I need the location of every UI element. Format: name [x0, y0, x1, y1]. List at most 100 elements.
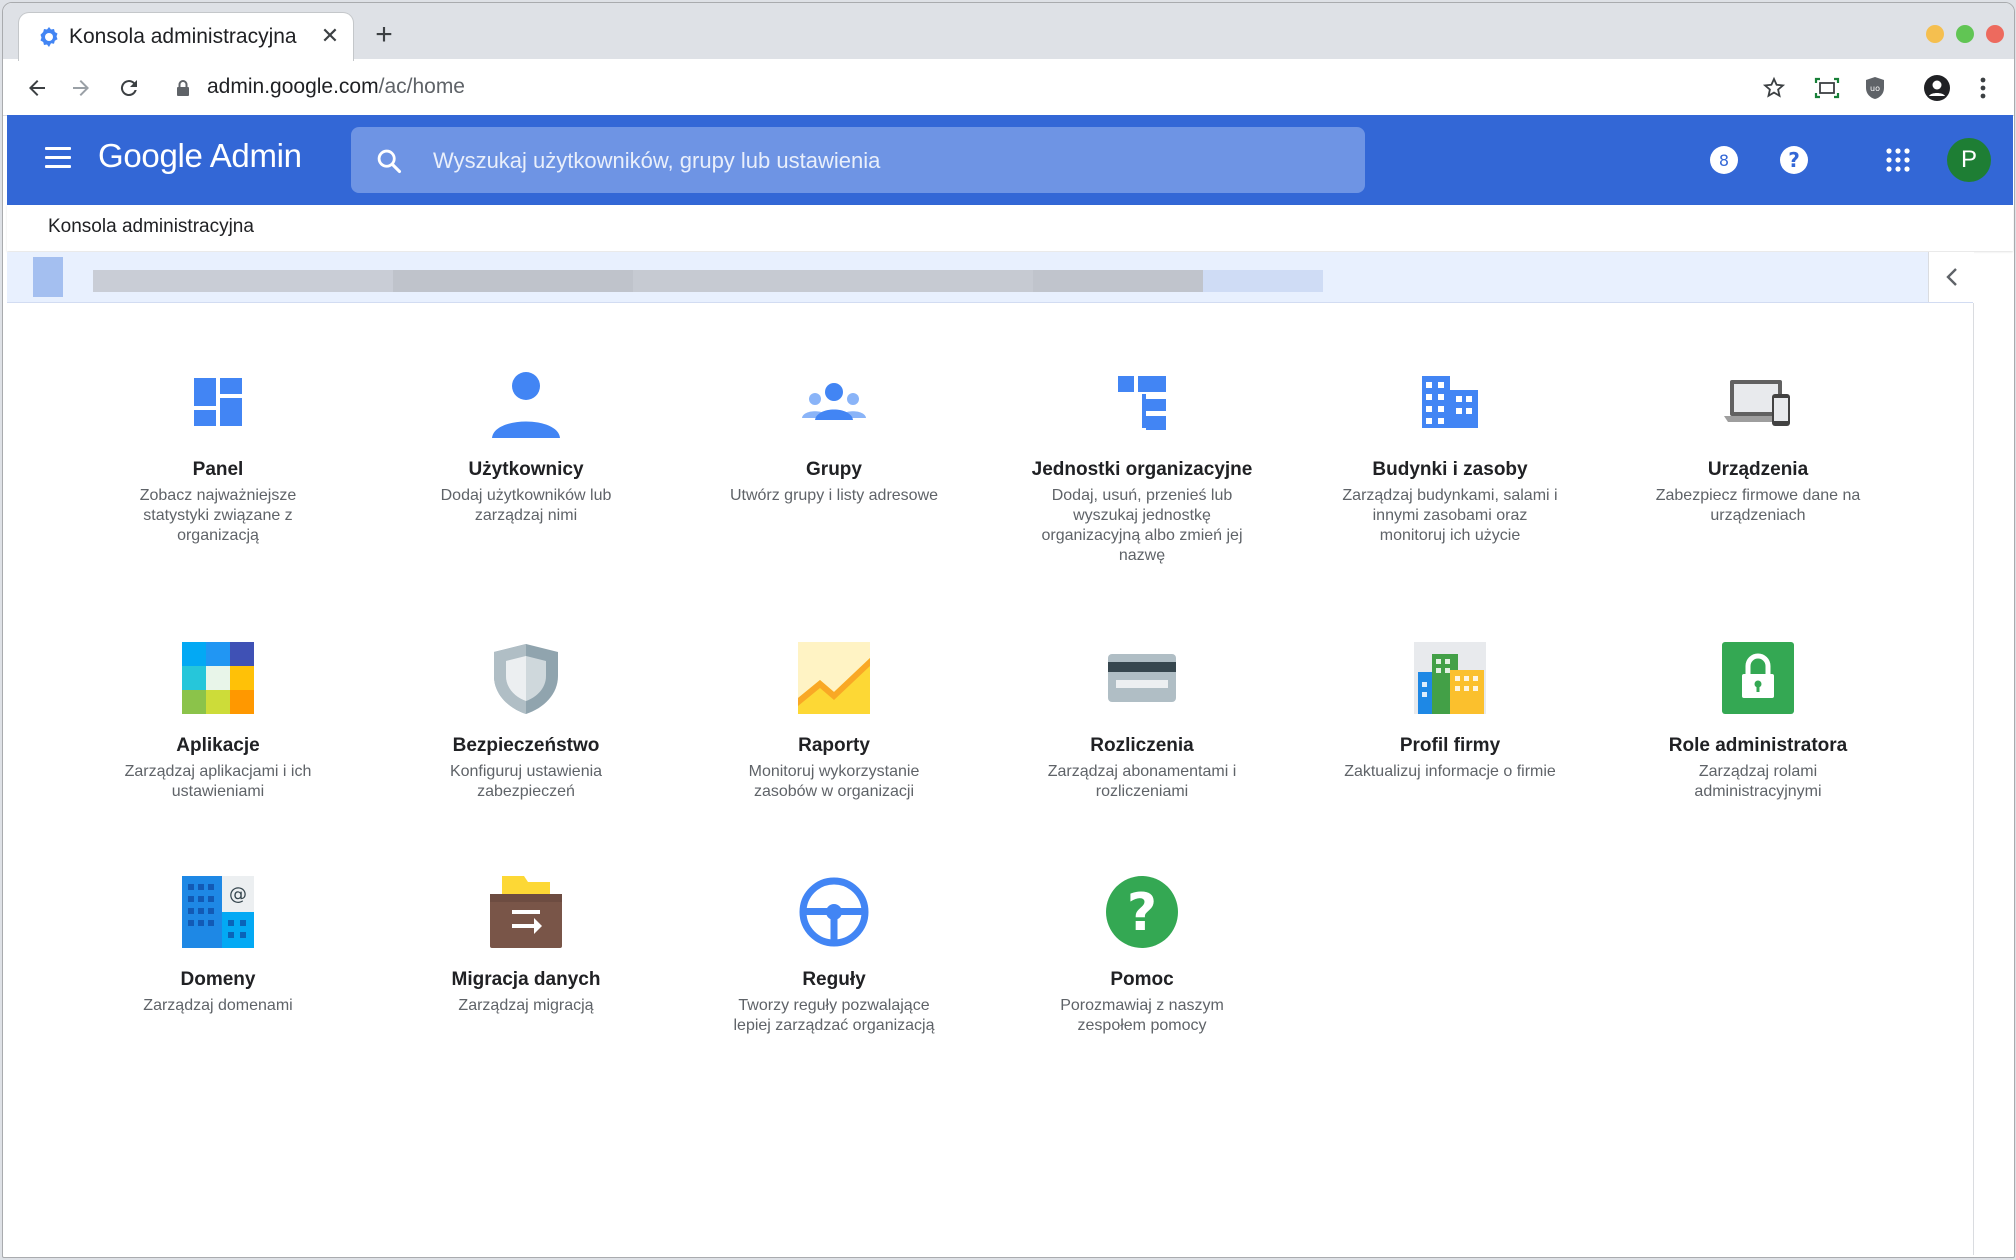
tasks-hourglass-icon[interactable]: 8 [1707, 143, 1741, 177]
url-path: /ac/home [378, 75, 465, 98]
help-icon: ? [1106, 876, 1178, 948]
card-title: Rozliczenia [1090, 735, 1194, 756]
home-cards-area: Panel Zobacz najważniejsze statystyki zw… [7, 303, 1974, 1255]
card-billing[interactable]: Rozliczenia Zarządzaj abonamentami i roz… [1022, 642, 1262, 802]
browser-toolbar: admin.google.com/ac/home uo [3, 61, 2014, 116]
domains-icon: @ [182, 876, 254, 948]
tab-close-icon[interactable]: ✕ [317, 23, 343, 49]
card-security[interactable]: Bezpieczeństwo Konfiguruj ustawienia zab… [406, 642, 646, 802]
card-description: Zarządzaj abonamentami i rozliczeniami [1047, 763, 1237, 800]
card-description: Monitoruj wykorzystanie zasobów w organi… [748, 763, 920, 800]
company-profile-icon [1414, 642, 1486, 714]
search-icon [377, 149, 402, 174]
card-description: Zobacz najważniejsze statystyki związane… [139, 487, 297, 544]
card-reports[interactable]: Raporty Monitoruj wykorzystanie zasobów … [714, 642, 954, 802]
card-description: Zabezpiecz firmowe dane na urządzeniach [1655, 487, 1861, 524]
card-description: Zaktualizuj informacje o firmie [1344, 763, 1556, 780]
card-description: Porozmawiaj z naszym zespołem pomocy [1060, 997, 1224, 1034]
security-shield-icon [494, 644, 558, 714]
card-title: Aplikacje [176, 735, 260, 756]
admin-gear-favicon-icon [40, 27, 58, 47]
card-title: Reguły [802, 969, 866, 990]
bookmark-star-icon[interactable] [1758, 72, 1790, 104]
card-org-units[interactable]: Jednostki organizacyjne Dodaj, usuń, prz… [1022, 366, 1262, 566]
admin-roles-lock-icon [1722, 642, 1794, 714]
collapse-panel-chevron-left-icon[interactable] [1928, 252, 1974, 302]
card-description: Zarządzaj rolami administracyjnymi [1694, 763, 1822, 800]
svg-text:uo: uo [1870, 84, 1880, 93]
account-avatar[interactable]: P [1947, 138, 1991, 182]
card-description: Dodaj użytkowników lub zarządzaj nimi [440, 487, 612, 524]
minimize-window-button[interactable] [1926, 25, 1944, 43]
card-users[interactable]: Użytkownicy Dodaj użytkowników lub zarzą… [406, 366, 646, 526]
svg-text:?: ? [1127, 883, 1157, 943]
admin-search-box[interactable] [351, 127, 1365, 195]
forward-arrow-icon[interactable] [65, 72, 97, 104]
card-title: Jednostki organizacyjne [1031, 459, 1253, 480]
card-title: Migracja danych [451, 969, 601, 990]
google-admin-logo[interactable]: Google Admin [98, 137, 302, 175]
ublock-shield-icon[interactable]: uo [1859, 72, 1891, 104]
card-company-profile[interactable]: Profil firmy Zaktualizuj informacje o fi… [1330, 642, 1570, 782]
devices-icon [1724, 380, 1790, 426]
address-bar[interactable]: admin.google.com/ac/home [207, 75, 465, 99]
apps-grid-icon[interactable] [1881, 143, 1915, 177]
org-info-bar-blurred [7, 252, 1973, 303]
reports-chart-icon [798, 642, 870, 714]
card-title: Bezpieczeństwo [452, 735, 600, 756]
dashboard-icon [194, 378, 242, 426]
card-devices[interactable]: Urządzenia Zabezpiecz firmowe dane na ur… [1638, 366, 1878, 526]
maximize-window-button[interactable] [1956, 25, 1974, 43]
admin-app-bar: Google Admin 8 ? P [7, 115, 2013, 205]
card-admin-roles[interactable]: Role administratora Zarządzaj rolami adm… [1638, 642, 1878, 802]
tab-title: Konsola administracyjna [69, 25, 297, 48]
buildings-icon [1422, 376, 1478, 428]
browser-menu-kebab-icon[interactable] [1967, 72, 1999, 104]
card-title: Urządzenia [1707, 459, 1809, 480]
card-title: Raporty [798, 735, 870, 756]
card-description: Zarządzaj domenami [143, 997, 293, 1014]
help-question-icon[interactable]: ? [1777, 143, 1811, 177]
card-title: Profil firmy [1399, 735, 1501, 756]
profile-account-icon[interactable] [1921, 72, 1953, 104]
card-title: Grupy [806, 459, 862, 480]
card-panel[interactable]: Panel Zobacz najważniejsze statystyki zw… [98, 366, 338, 546]
svg-text:?: ? [1788, 148, 1800, 172]
card-description: Zarządzaj aplikacjami i ich ustawieniami [124, 763, 312, 800]
data-migration-icon [490, 876, 562, 948]
card-buildings[interactable]: Budynki i zasoby Zarządzaj budynkami, sa… [1330, 366, 1570, 546]
screenshot-extension-icon[interactable] [1811, 72, 1843, 104]
back-arrow-icon[interactable] [21, 72, 53, 104]
svg-text:@: @ [229, 884, 247, 905]
card-description: Konfiguruj ustawienia zabezpieczeń [449, 763, 603, 800]
tab-strip: Konsola administracyjna ✕ + [3, 3, 2014, 61]
card-help[interactable]: ? Pomoc Porozmawiaj z naszym zespołem po… [1022, 876, 1262, 1036]
search-input[interactable] [431, 127, 1335, 195]
card-domains[interactable]: @ Domeny Zarządzaj domenami [98, 876, 338, 1016]
tasks-count: 8 [1719, 151, 1729, 170]
card-title: Panel [192, 459, 244, 480]
browser-tab[interactable]: Konsola administracyjna ✕ [19, 13, 353, 61]
apps-icon [182, 642, 254, 714]
reload-icon[interactable] [113, 72, 145, 104]
card-rules[interactable]: Reguły Tworzy reguły pozwalające lepiej … [714, 876, 954, 1036]
billing-card-icon [1108, 654, 1176, 702]
card-description: Utwórz grupy i listy adresowe [729, 487, 939, 504]
lock-icon [175, 72, 191, 104]
card-description: Zarządzaj migracją [458, 997, 594, 1014]
breadcrumb-label[interactable]: Konsola administracyjna [48, 216, 254, 238]
brand-admin: Admin [209, 137, 302, 174]
brand-google: Google [98, 137, 203, 174]
card-groups[interactable]: Grupy Utwórz grupy i listy adresowe [714, 366, 954, 506]
user-icon [492, 372, 560, 438]
card-apps[interactable]: Aplikacje Zarządzaj aplikacjami i ich us… [98, 642, 338, 802]
card-description: Tworzy reguły pozwalające lepiej zarządz… [733, 997, 935, 1034]
new-tab-plus-icon[interactable]: + [369, 20, 399, 51]
card-title: Użytkownicy [468, 459, 584, 480]
card-data-migration[interactable]: Migracja danych Zarządzaj migracją [406, 876, 646, 1016]
main-menu-hamburger-icon[interactable] [45, 147, 71, 173]
card-description: Zarządzaj budynkami, salami i innymi zas… [1342, 487, 1558, 544]
close-window-button[interactable] [1986, 25, 2004, 43]
browser-window: Konsola administracyjna ✕ + admin.google… [2, 2, 2015, 1258]
org-units-icon [1118, 376, 1166, 430]
